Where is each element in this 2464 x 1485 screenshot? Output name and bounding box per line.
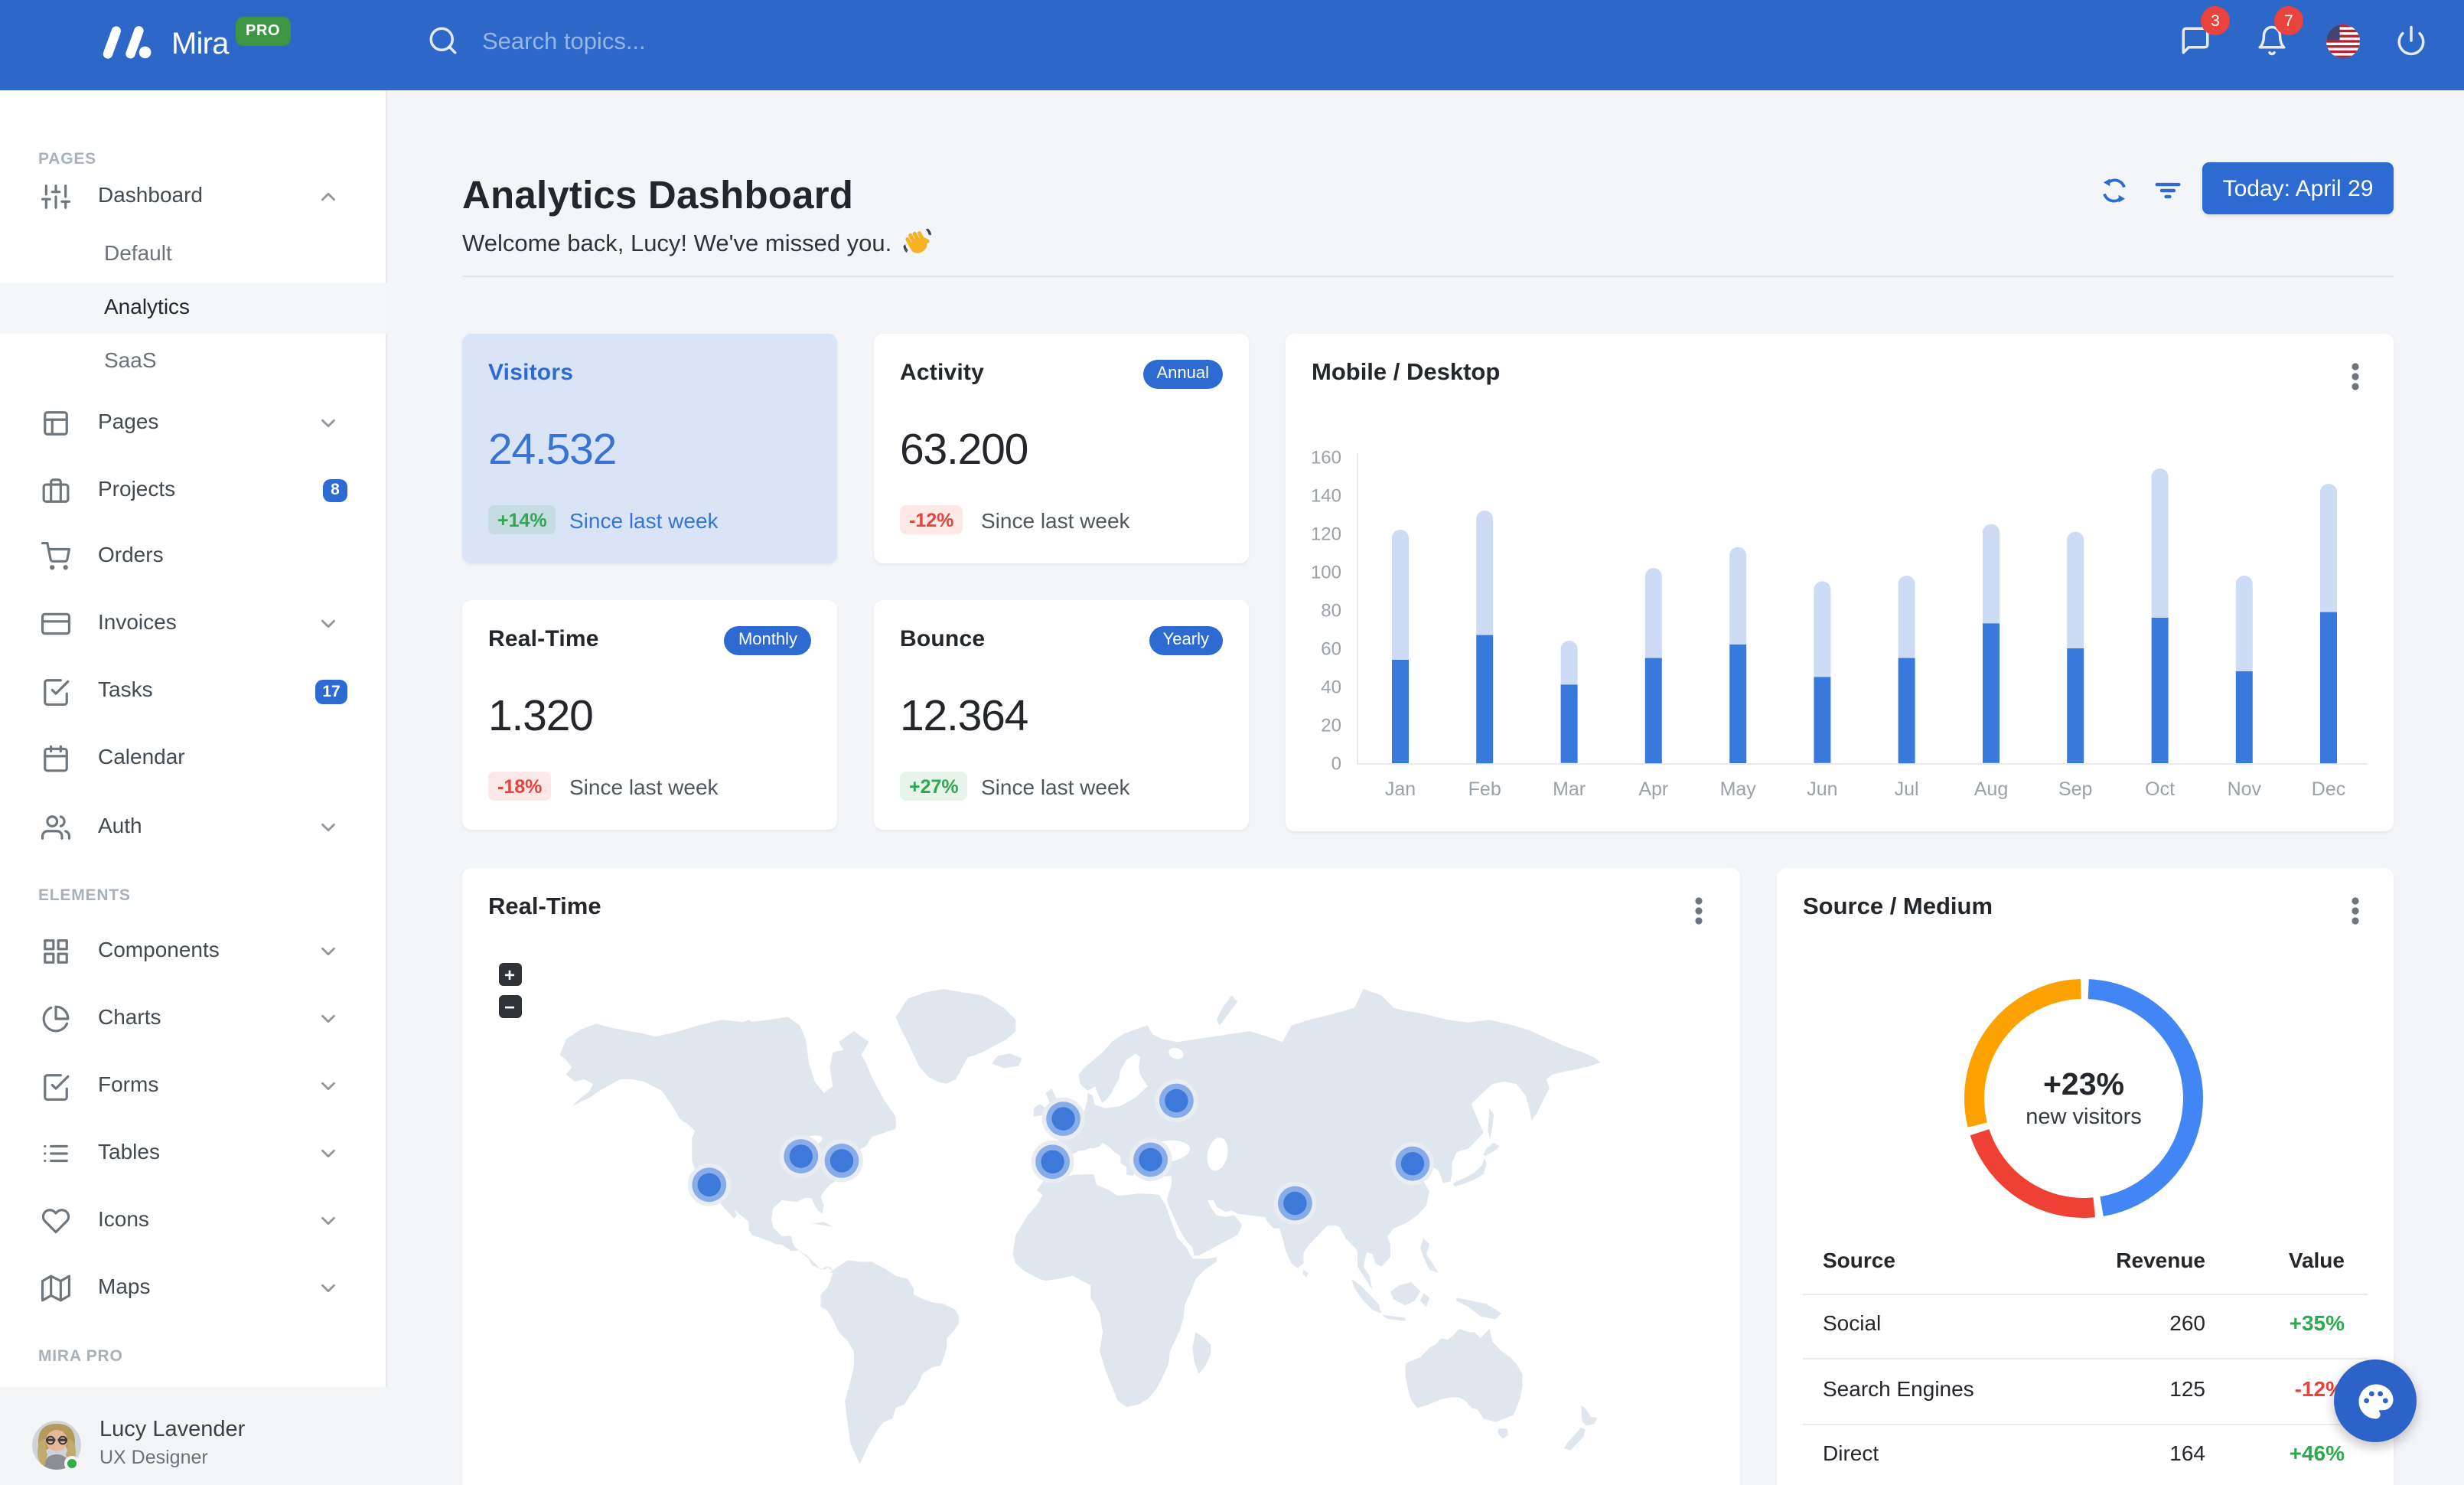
svg-text:Jun: Jun	[1807, 778, 1837, 800]
svg-text:May: May	[1720, 778, 1757, 800]
svg-text:120: 120	[1311, 524, 1341, 544]
svg-text:160: 160	[1311, 447, 1341, 468]
svg-text:Dec: Dec	[2312, 778, 2345, 800]
svg-text:Jan: Jan	[1385, 778, 1416, 800]
svg-text:0: 0	[1331, 753, 1341, 774]
svg-text:20: 20	[1321, 715, 1341, 736]
svg-text:Nov: Nov	[2228, 778, 2262, 800]
svg-text:Oct: Oct	[2145, 778, 2175, 800]
svg-text:100: 100	[1311, 562, 1341, 583]
svg-text:Apr: Apr	[1638, 778, 1668, 800]
svg-text:Aug: Aug	[1974, 778, 2008, 800]
svg-text:Sep: Sep	[2058, 778, 2092, 800]
svg-text:Jul: Jul	[1895, 778, 1919, 800]
svg-text:Mar: Mar	[1553, 778, 1586, 800]
svg-text:60: 60	[1321, 638, 1341, 659]
svg-text:Feb: Feb	[1468, 778, 1501, 800]
svg-text:140: 140	[1311, 485, 1341, 506]
svg-text:40: 40	[1321, 677, 1341, 697]
svg-text:80: 80	[1321, 600, 1341, 621]
